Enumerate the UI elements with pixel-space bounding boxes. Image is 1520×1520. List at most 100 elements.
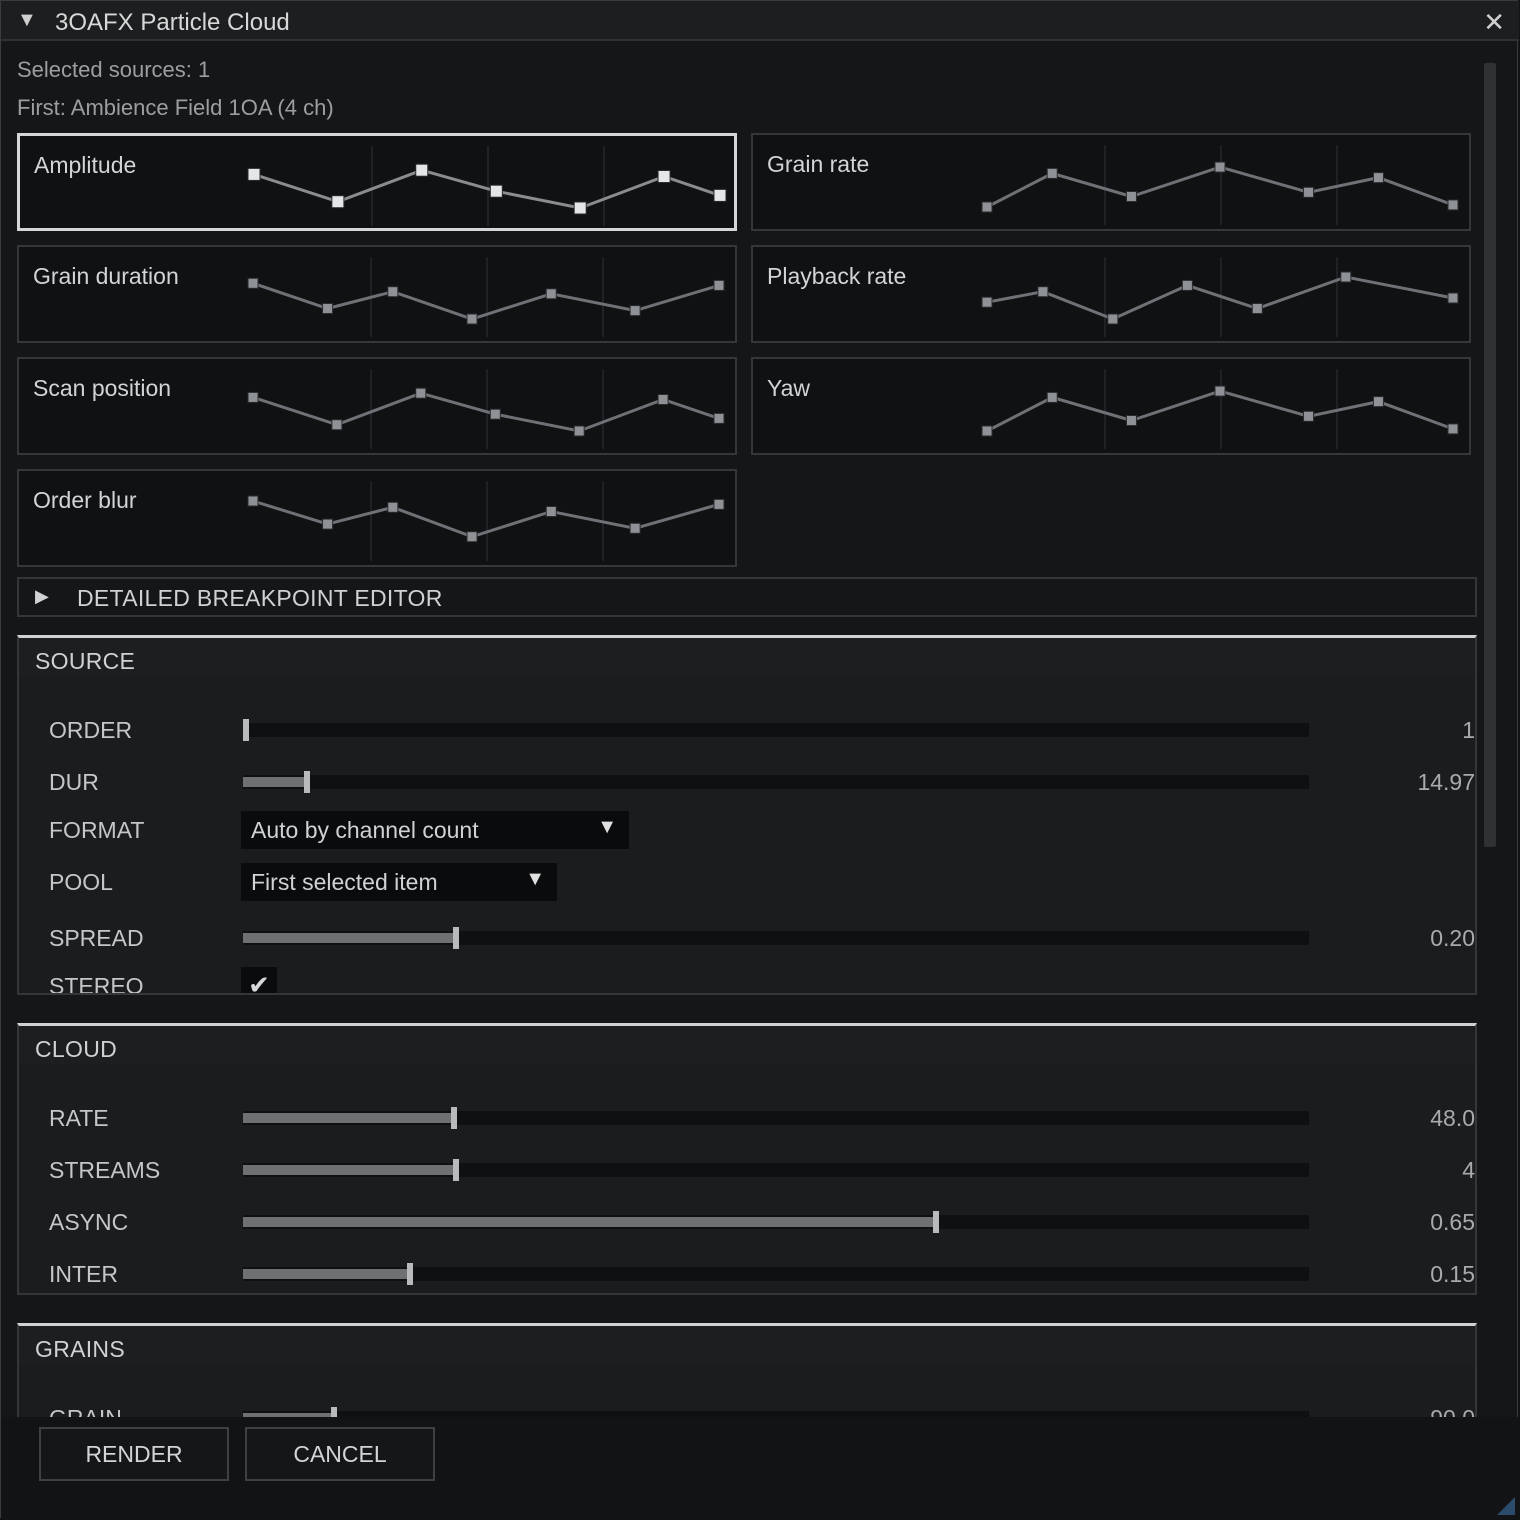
breakpoint-handle[interactable]	[322, 303, 334, 314]
envelope-label: Yaw	[767, 375, 811, 401]
breakpoint-handle[interactable]	[657, 170, 671, 183]
detailed-breakpoint-editor-toggle[interactable]: ▶ DETAILED BREAKPOINT EDITOR	[17, 577, 1477, 617]
envelope-yaw[interactable]: Yaw	[751, 357, 1471, 455]
breakpoint-handle[interactable]	[1340, 271, 1352, 283]
async-slider[interactable]	[243, 1211, 1309, 1233]
breakpoint-handle[interactable]	[573, 201, 587, 215]
breakpoint-handle[interactable]	[1046, 167, 1058, 179]
breakpoint-handle[interactable]	[1303, 186, 1315, 198]
close-icon[interactable]: ✕	[1483, 7, 1505, 38]
envelope-scan-position[interactable]: Scan position	[17, 357, 737, 455]
breakpoint-handle[interactable]	[629, 522, 641, 534]
breakpoint-handle[interactable]	[545, 288, 557, 300]
render-button[interactable]: RENDER	[39, 1427, 229, 1481]
streams-slider[interactable]	[243, 1159, 1309, 1181]
breakpoint-handle[interactable]	[1107, 313, 1119, 325]
breakpoint-handle[interactable]	[387, 286, 399, 298]
collapse-icon[interactable]: ▼	[17, 9, 37, 32]
inter-label: INTER	[49, 1261, 118, 1287]
section-grains-header[interactable]: GRAINS	[17, 1323, 1477, 1365]
format-dropdown[interactable]: Auto by channel count ▼	[241, 811, 629, 849]
breakpoint-handle[interactable]	[713, 279, 725, 291]
breakpoint-handle[interactable]	[1251, 303, 1263, 314]
breakpoint-handle[interactable]	[1447, 423, 1459, 435]
breakpoint-handle[interactable]	[981, 425, 993, 437]
breakpoint-handle[interactable]	[1046, 391, 1058, 403]
scroll-content: Selected sources: 1 First: Ambience Fiel…	[3, 43, 1479, 1417]
breakpoint-handle[interactable]	[247, 495, 259, 507]
envelope-graph[interactable]	[753, 247, 1473, 345]
envelope-graph[interactable]	[19, 471, 739, 569]
envelope-graph[interactable]	[20, 136, 740, 234]
breakpoint-handle[interactable]	[322, 518, 334, 530]
slider-handle[interactable]	[407, 1263, 413, 1285]
breakpoint-handle[interactable]	[1372, 396, 1384, 408]
window-title: 3OAFX Particle Cloud	[55, 9, 290, 36]
section-cloud-header[interactable]: CLOUD	[17, 1023, 1477, 1065]
envelope-amplitude[interactable]: Amplitude	[17, 133, 737, 231]
scrollbar-thumb[interactable]	[1484, 63, 1496, 847]
breakpoint-handle[interactable]	[713, 188, 727, 202]
breakpoint-handle[interactable]	[1037, 286, 1049, 298]
vertical-scrollbar[interactable]	[1481, 59, 1499, 1419]
breakpoint-handle[interactable]	[713, 498, 725, 510]
breakpoint-handle[interactable]	[387, 501, 399, 513]
envelope-graph[interactable]	[19, 247, 739, 345]
section-source-header[interactable]: SOURCE	[17, 635, 1477, 677]
breakpoint-handle[interactable]	[247, 277, 259, 289]
breakpoint-handle[interactable]	[489, 408, 501, 420]
breakpoint-handle[interactable]	[1214, 161, 1226, 173]
breakpoint-handle[interactable]	[466, 531, 478, 543]
breakpoint-handle[interactable]	[981, 296, 993, 308]
breakpoint-handle[interactable]	[629, 305, 641, 317]
stereo-checkbox[interactable]: ✔	[241, 967, 277, 993]
breakpoint-handle[interactable]	[415, 387, 427, 399]
breakpoint-handle[interactable]	[545, 506, 557, 517]
breakpoint-handle[interactable]	[573, 425, 585, 437]
breakpoint-handle[interactable]	[1447, 199, 1459, 211]
breakpoint-handle[interactable]	[489, 184, 503, 198]
breakpoint-handle[interactable]	[1303, 410, 1315, 422]
slider-handle[interactable]	[451, 1107, 457, 1129]
breakpoint-handle[interactable]	[1125, 191, 1137, 202]
envelope-graph[interactable]	[753, 135, 1473, 233]
inter-slider[interactable]	[243, 1263, 1309, 1285]
slider-handle[interactable]	[453, 1159, 459, 1181]
envelope-graph[interactable]	[19, 359, 739, 457]
envelope-grain-duration[interactable]: Grain duration	[17, 245, 737, 343]
pool-dropdown[interactable]: First selected item ▼	[241, 863, 557, 901]
slider-handle[interactable]	[933, 1211, 939, 1233]
envelope-playback-rate[interactable]: Playback rate	[751, 245, 1471, 343]
slider-handle[interactable]	[304, 771, 310, 793]
cancel-button[interactable]: CANCEL	[245, 1427, 435, 1481]
slider-handle[interactable]	[243, 719, 249, 741]
order-slider[interactable]	[243, 719, 1309, 741]
breakpoint-handle[interactable]	[981, 201, 993, 213]
section-cloud-body: RATE 48.0 STREAMS 4 ASYNC 0.65 INTER 0.1…	[17, 1065, 1477, 1295]
breakpoint-handle[interactable]	[1125, 415, 1137, 426]
order-label: ORDER	[49, 717, 133, 743]
breakpoint-handle[interactable]	[1181, 279, 1193, 291]
spread-slider[interactable]	[243, 927, 1309, 949]
breakpoint-handle[interactable]	[713, 412, 725, 424]
breakpoint-handle[interactable]	[1372, 172, 1384, 184]
slider-handle[interactable]	[331, 1407, 337, 1417]
breakpoint-handle[interactable]	[1447, 292, 1459, 304]
breakpoint-handle[interactable]	[331, 419, 343, 431]
resize-grip-icon[interactable]	[1497, 1497, 1515, 1515]
envelope-grain-rate[interactable]: Grain rate	[751, 133, 1471, 231]
breakpoint-handle[interactable]	[657, 394, 669, 405]
breakpoint-handle[interactable]	[466, 313, 478, 325]
envelope-order-blur[interactable]: Order blur	[17, 469, 737, 567]
envelope-graph[interactable]	[753, 359, 1473, 457]
breakpoint-handle[interactable]	[247, 391, 259, 403]
rate-slider[interactable]	[243, 1107, 1309, 1129]
breakpoint-handle[interactable]	[415, 163, 429, 177]
breakpoint-handle[interactable]	[247, 167, 261, 181]
async-label: ASYNC	[49, 1209, 129, 1235]
title-bar[interactable]: ▼ 3OAFX Particle Cloud ✕	[1, 1, 1519, 41]
breakpoint-handle[interactable]	[331, 195, 345, 209]
breakpoint-handle[interactable]	[1214, 385, 1226, 397]
dur-slider[interactable]	[243, 771, 1309, 793]
slider-handle[interactable]	[453, 927, 459, 949]
